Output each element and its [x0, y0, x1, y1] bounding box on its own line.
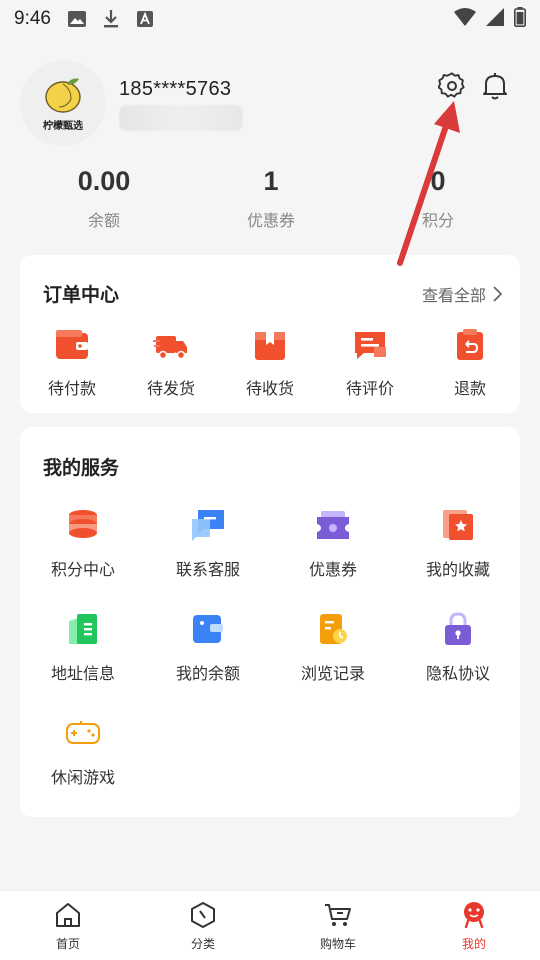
order-pending-review[interactable]: 待评价: [330, 327, 410, 399]
service-customer-support[interactable]: 联系客服: [153, 507, 263, 580]
service-label: 优惠券: [308, 560, 357, 579]
tab-cart[interactable]: 购物车: [298, 901, 378, 952]
refund-icon: [452, 327, 488, 363]
service-coupons[interactable]: 优惠券: [278, 507, 388, 580]
cart-icon: [324, 901, 352, 929]
phone-number: 185****5763: [119, 78, 232, 100]
view-all-label: 查看全部: [421, 286, 486, 305]
order-item-label: 待收货: [245, 379, 294, 398]
category-icon: [189, 901, 217, 929]
status-time: 9:46: [14, 8, 51, 29]
tab-label: 我的: [461, 937, 486, 951]
brand-name: 柠檬甄选: [43, 120, 83, 132]
service-label: 我的余额: [175, 664, 240, 683]
bottom-tab-bar: 首页 分类 购物车 我的: [0, 890, 540, 960]
service-my-balance[interactable]: 我的余额: [153, 611, 263, 684]
avatar[interactable]: 柠檬甄选: [20, 60, 106, 146]
order-item-label: 待发货: [146, 379, 195, 398]
service-browse-history[interactable]: 浏览记录: [278, 611, 388, 684]
bell-icon: [483, 73, 507, 100]
service-label: 我的收藏: [425, 560, 490, 579]
order-refund[interactable]: 退款: [430, 327, 510, 399]
stat-value: 0.00: [77, 166, 131, 196]
tab-label: 分类: [190, 937, 215, 951]
service-label: 休闲游戏: [50, 768, 115, 787]
my-services-card: 我的服务 积分中心 联系客服 优惠券 我的收藏 地址信息 我的余额 浏览记录 隐…: [20, 427, 520, 817]
blurred-nickname: [119, 105, 243, 131]
lemon-logo-icon: [45, 78, 81, 113]
history-icon: [315, 611, 351, 647]
gamepad-icon: [65, 715, 101, 751]
favorites-icon: [440, 507, 476, 543]
tab-mine[interactable]: 我的: [434, 901, 514, 952]
service-casual-games[interactable]: 休闲游戏: [28, 715, 138, 788]
tab-label: 首页: [55, 937, 80, 951]
points-icon: [65, 507, 101, 543]
order-item-label: 退款: [453, 379, 486, 398]
annotation-arrow: [397, 101, 460, 266]
coupon-icon: [315, 507, 351, 543]
signal-icon: [486, 8, 504, 30]
order-pending-shipment[interactable]: 待发货: [131, 327, 211, 399]
service-label: 浏览记录: [300, 664, 365, 683]
image-notification-icon: [67, 9, 87, 29]
balance-icon: [190, 611, 226, 647]
order-item-label: 待付款: [47, 379, 96, 398]
notification-button[interactable]: [480, 71, 510, 101]
profile-icon: [460, 901, 488, 929]
stat-label: 余额: [87, 211, 120, 230]
stat-label: 优惠券: [246, 211, 295, 230]
box-icon: [252, 327, 288, 363]
wifi-icon: [454, 8, 476, 30]
view-all-orders-link[interactable]: 查看全部: [422, 282, 502, 306]
service-label: 地址信息: [50, 664, 115, 683]
wallet-icon: [54, 327, 90, 363]
service-label: 隐私协议: [425, 664, 490, 683]
stat-balance[interactable]: 0.00 余额: [44, 166, 164, 231]
lock-icon: [440, 611, 476, 647]
order-item-label: 待评价: [345, 379, 394, 398]
tab-category[interactable]: 分类: [163, 901, 243, 952]
service-address[interactable]: 地址信息: [28, 611, 138, 684]
order-pending-payment[interactable]: 待付款: [32, 327, 112, 399]
address-icon: [65, 611, 101, 647]
my-services-title: 我的服务: [43, 457, 120, 479]
truck-icon: [153, 327, 189, 363]
service-label: 积分中心: [50, 560, 115, 579]
home-icon: [54, 901, 82, 929]
status-bar: 9:46: [0, 0, 540, 38]
tab-label: 购物车: [319, 937, 356, 951]
service-label: 联系客服: [175, 560, 240, 579]
tab-home[interactable]: 首页: [28, 901, 108, 952]
text-notification-icon: [135, 9, 155, 29]
order-center-title: 订单中心: [43, 284, 120, 306]
order-pending-receipt[interactable]: 待收货: [230, 327, 310, 399]
chat-icon: [190, 507, 226, 543]
service-favorites[interactable]: 我的收藏: [403, 507, 513, 580]
stat-coupons[interactable]: 1 优惠券: [211, 166, 331, 231]
service-privacy-policy[interactable]: 隐私协议: [403, 611, 513, 684]
service-points-center[interactable]: 积分中心: [28, 507, 138, 580]
order-center-card: 订单中心 查看全部 待付款 待发货 待收货 待评价 退款: [20, 255, 520, 413]
chevron-right-icon: [493, 286, 502, 302]
comment-icon: [352, 327, 388, 363]
download-notification-icon: [101, 9, 121, 29]
battery-icon: [514, 7, 526, 31]
stat-value: 1: [263, 166, 279, 196]
